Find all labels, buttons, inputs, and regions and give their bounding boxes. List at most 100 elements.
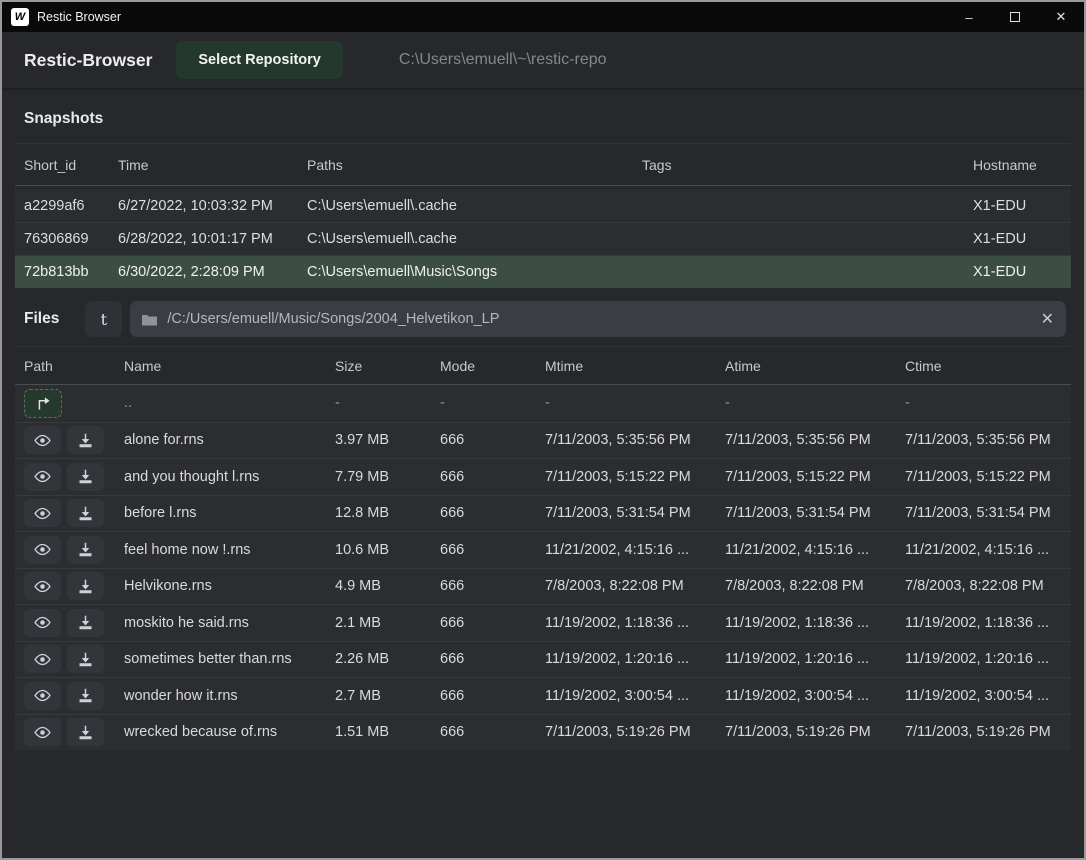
snapshot-paths: C:\Users\emuell\Music\Songs	[307, 264, 642, 280]
file-size: 2.1 MB	[335, 615, 440, 631]
minimize-icon: –	[965, 10, 972, 25]
download-icon	[78, 615, 93, 630]
col-name: Name	[124, 358, 335, 374]
file-mtime: 7/11/2003, 5:15:22 PM	[545, 469, 725, 485]
download-icon	[78, 542, 93, 557]
file-name: Helvikone.rns	[124, 578, 335, 594]
close-icon: ✕	[1056, 9, 1067, 25]
file-row[interactable]: Helvikone.rns 4.9 MB 666 7/8/2003, 8:22:…	[15, 568, 1071, 605]
file-row[interactable]: sometimes better than.rns 2.26 MB 666 11…	[15, 641, 1071, 678]
file-row[interactable]: before l.rns 12.8 MB 666 7/11/2003, 5:31…	[15, 495, 1071, 532]
file-ctime: 7/11/2003, 5:19:26 PM	[905, 724, 1062, 740]
minimize-button[interactable]: –	[946, 2, 992, 32]
file-mode: 666	[440, 469, 545, 485]
file-row[interactable]: wrecked because of.rns 1.51 MB 666 7/11/…	[15, 714, 1071, 751]
preview-button[interactable]	[24, 718, 61, 746]
snapshot-row[interactable]: a2299af6 6/27/2022, 10:03:32 PM C:\Users…	[15, 189, 1071, 222]
download-button[interactable]	[67, 645, 104, 673]
file-mtime: 11/19/2002, 1:18:36 ...	[545, 615, 725, 631]
download-button[interactable]	[67, 463, 104, 491]
path-mode-button[interactable]: t	[85, 301, 122, 337]
download-button[interactable]	[67, 609, 104, 637]
eye-icon	[34, 543, 51, 556]
col-tags: Tags	[642, 157, 973, 173]
preview-button[interactable]	[24, 682, 61, 710]
snapshot-paths: C:\Users\emuell\.cache	[307, 231, 642, 247]
snapshot-time: 6/28/2022, 10:01:17 PM	[118, 231, 307, 247]
preview-button[interactable]	[24, 572, 61, 600]
snapshots-table-header: Short_id Time Paths Tags Hostname	[15, 143, 1071, 185]
files-table: Path Name Size Mode Mtime Atime Ctime ..…	[15, 346, 1071, 750]
file-name: sometimes better than.rns	[124, 651, 335, 667]
col-hostname: Hostname	[973, 157, 1062, 173]
file-size: 4.9 MB	[335, 578, 440, 594]
download-button[interactable]	[67, 426, 104, 454]
files-table-header: Path Name Size Mode Mtime Atime Ctime	[15, 346, 1071, 384]
snapshots-table-body: a2299af6 6/27/2022, 10:03:32 PM C:\Users…	[15, 185, 1071, 288]
path-mode-icon: t	[101, 310, 107, 329]
file-name: moskito he said.rns	[124, 615, 335, 631]
file-atime: -	[725, 395, 905, 411]
download-button[interactable]	[67, 682, 104, 710]
file-name: feel home now !.rns	[124, 542, 335, 558]
clear-path-button[interactable]: ✕	[1041, 309, 1054, 329]
download-icon	[78, 433, 93, 448]
preview-button[interactable]	[24, 426, 61, 454]
preview-button[interactable]	[24, 499, 61, 527]
close-button[interactable]: ✕	[1038, 2, 1084, 32]
snapshot-row[interactable]: 76306869 6/28/2022, 10:01:17 PM C:\Users…	[15, 222, 1071, 255]
file-row[interactable]: and you thought l.rns 7.79 MB 666 7/11/2…	[15, 458, 1071, 495]
eye-icon	[34, 726, 51, 739]
eye-icon	[34, 470, 51, 483]
file-size: 7.79 MB	[335, 469, 440, 485]
download-button[interactable]	[67, 718, 104, 746]
snapshot-time: 6/30/2022, 2:28:09 PM	[118, 264, 307, 280]
file-size: 10.6 MB	[335, 542, 440, 558]
file-atime: 11/19/2002, 3:00:54 ...	[725, 688, 905, 704]
file-mode: 666	[440, 615, 545, 631]
file-atime: 7/8/2003, 8:22:08 PM	[725, 578, 905, 594]
download-icon	[78, 579, 93, 594]
file-atime: 7/11/2003, 5:19:26 PM	[725, 724, 905, 740]
eye-icon	[34, 434, 51, 447]
preview-button[interactable]	[24, 645, 61, 673]
file-row[interactable]: moskito he said.rns 2.1 MB 666 11/19/200…	[15, 604, 1071, 641]
file-row[interactable]: alone for.rns 3.97 MB 666 7/11/2003, 5:3…	[15, 422, 1071, 459]
parent-dir-row[interactable]: .. - - - - -	[15, 385, 1071, 422]
eye-icon	[34, 653, 51, 666]
col-ctime: Ctime	[905, 358, 1062, 374]
file-size: 12.8 MB	[335, 505, 440, 521]
col-time: Time	[118, 157, 307, 173]
clear-path-icon: ✕	[1041, 311, 1054, 328]
file-row[interactable]: wonder how it.rns 2.7 MB 666 11/19/2002,…	[15, 677, 1071, 714]
current-path-text: /C:/Users/emuell/Music/Songs/2004_Helvet…	[167, 311, 499, 327]
repository-path: C:\Users\emuell\~\restic-repo	[399, 51, 607, 69]
preview-button[interactable]	[24, 609, 61, 637]
select-repository-button[interactable]: Select Repository	[176, 41, 343, 79]
file-size: 2.7 MB	[335, 688, 440, 704]
file-ctime: 7/11/2003, 5:31:54 PM	[905, 505, 1062, 521]
download-button[interactable]	[67, 536, 104, 564]
files-bar: Files t /C:/Users/emuell/Music/Songs/200…	[2, 288, 1084, 346]
window-title: Restic Browser	[37, 10, 121, 24]
download-button[interactable]	[67, 572, 104, 600]
download-button[interactable]	[67, 499, 104, 527]
go-up-button[interactable]	[24, 389, 62, 418]
app-logo-icon: W	[11, 8, 29, 26]
snapshot-hostname: X1-EDU	[973, 231, 1062, 247]
maximize-button[interactable]	[992, 2, 1038, 32]
file-mtime: 11/21/2002, 4:15:16 ...	[545, 542, 725, 558]
snapshot-row-selected[interactable]: 72b813bb 6/30/2022, 2:28:09 PM C:\Users\…	[15, 255, 1071, 288]
preview-button[interactable]	[24, 463, 61, 491]
file-mtime: 11/19/2002, 1:20:16 ...	[545, 651, 725, 667]
current-path-bar[interactable]: /C:/Users/emuell/Music/Songs/2004_Helvet…	[130, 301, 1066, 337]
file-mode: 666	[440, 724, 545, 740]
file-row[interactable]: feel home now !.rns 10.6 MB 666 11/21/20…	[15, 531, 1071, 568]
file-mtime: 11/19/2002, 3:00:54 ...	[545, 688, 725, 704]
files-section-title: Files	[24, 310, 59, 328]
preview-button[interactable]	[24, 536, 61, 564]
window-controls: – ✕	[946, 2, 1084, 32]
file-size: 1.51 MB	[335, 724, 440, 740]
col-mtime: Mtime	[545, 358, 725, 374]
file-mode: 666	[440, 651, 545, 667]
